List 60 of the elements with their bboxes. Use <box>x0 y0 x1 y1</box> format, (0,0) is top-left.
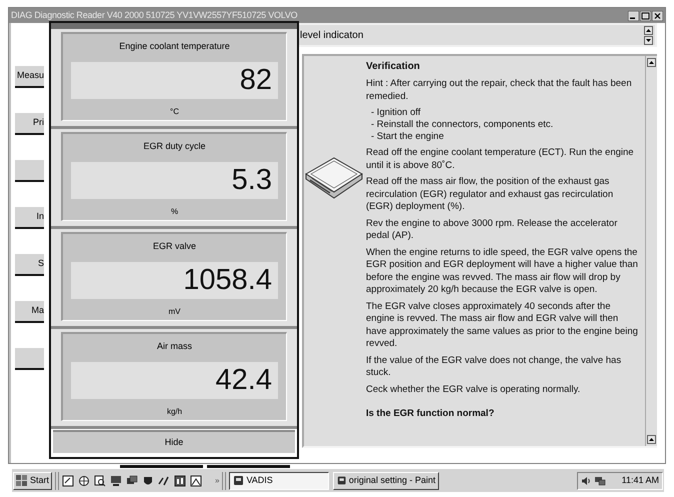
side-button[interactable]: Measu <box>15 66 44 88</box>
gauge-title: EGR valve <box>152 240 196 253</box>
gauge-value: 82 <box>240 66 272 94</box>
minimize-icon[interactable] <box>628 10 639 20</box>
taskbar-button[interactable]: original setting - Paint <box>333 472 440 490</box>
start-button[interactable]: Start <box>13 472 52 490</box>
gauge-title: Air mass <box>156 340 192 353</box>
taskbar-button[interactable]: VADIS <box>229 472 330 490</box>
search-icon[interactable] <box>94 474 106 486</box>
gauge-value: 42.4 <box>216 366 272 394</box>
header-text: level indicaton <box>300 28 364 42</box>
windows-logo-icon <box>16 475 28 486</box>
paragraph: Read off the mass air flow, the position of the exhaust gas recirculation (EGR) regulator and exhaust gas recirculation (EGR) deployment (%). <box>366 176 614 214</box>
side-button[interactable]: In <box>15 207 44 229</box>
gauge-title: Engine coolant temperature <box>119 40 230 53</box>
gauge-title: EGR duty cycle <box>143 140 206 153</box>
hide-button[interactable]: Hide <box>53 430 295 453</box>
shield-icon[interactable] <box>142 474 154 486</box>
paragraph: Rev the engine to above 3000 rpm. Release the accelerator pedal (AP). <box>366 218 618 242</box>
paragraph: Hint : After carrying out the repair, check that the fault has been remedied. <box>366 78 633 103</box>
window-title: DIAG Diagnostic Reader V40 2000 510725 YV1VW2557YF510725 VOLVO <box>11 10 298 21</box>
scroll-down-icon[interactable] <box>644 36 653 44</box>
windows-icon[interactable] <box>126 474 138 486</box>
app-icon <box>337 475 347 486</box>
gauge-value: 5.3 <box>232 166 272 194</box>
app-icon <box>233 475 244 486</box>
side-button[interactable]: Pri <box>15 113 44 135</box>
scroll-up-icon[interactable] <box>644 26 653 34</box>
side-button[interactable]: Ma <box>15 301 44 323</box>
gauge-unit: °C <box>170 106 179 118</box>
gauge-unit: mV <box>168 306 180 318</box>
question: Is the EGR function normal? <box>366 408 496 420</box>
scroll-up-icon[interactable] <box>647 435 656 444</box>
gauge-unit: % <box>170 206 178 218</box>
scrollbar[interactable] <box>645 56 657 446</box>
monitor-icon[interactable] <box>110 474 122 486</box>
notepad-icon[interactable] <box>62 474 74 486</box>
gauge-value: 1058.4 <box>183 266 272 294</box>
paragraph: The EGR valve closes approximately 40 seconds after the engine is revved. The mass air flow and EGR valve will then have approximately the same values as prior to the engine being revved. <box>366 300 639 350</box>
picture-frame-icon[interactable] <box>190 474 202 486</box>
gauge-unit: kg/h <box>166 406 182 418</box>
close-icon[interactable] <box>652 10 663 20</box>
list-item: - Ignition off <box>371 107 422 119</box>
scroll-up-icon[interactable] <box>647 58 656 67</box>
side-button[interactable] <box>15 160 44 182</box>
paragraph: Read off the engine coolant temperature (ECT). Run the engine until it is above 80˚C. <box>366 147 635 172</box>
side-button[interactable]: S <box>15 254 44 276</box>
speaker-icon[interactable] <box>581 476 591 486</box>
list-item: - Start the engine <box>371 131 445 143</box>
paragraph: Ceck whether the EGR valve is operating normally. <box>366 384 582 396</box>
side-button[interactable] <box>15 348 44 370</box>
paragraph: If the value of the EGR valve does not change, the valve has stuck. <box>366 354 622 380</box>
section-heading: Verification <box>366 60 421 74</box>
clock: 11:41 AM <box>622 474 659 487</box>
list-item: - Reinstall the connectors, components etc. <box>371 119 554 131</box>
network-icon[interactable] <box>594 476 606 486</box>
paragraph: When the engine returns to idle speed, the EGR valve opens the EGR position and EGR deployment will have a higher value than before the engine was revved. The mass air flow will drop by approximately 20 kg/h because the EGR valve is open. <box>366 246 639 296</box>
maximize-icon[interactable] <box>640 10 651 20</box>
more-chevron[interactable]: » <box>215 474 220 486</box>
globe-icon[interactable] <box>78 474 90 486</box>
